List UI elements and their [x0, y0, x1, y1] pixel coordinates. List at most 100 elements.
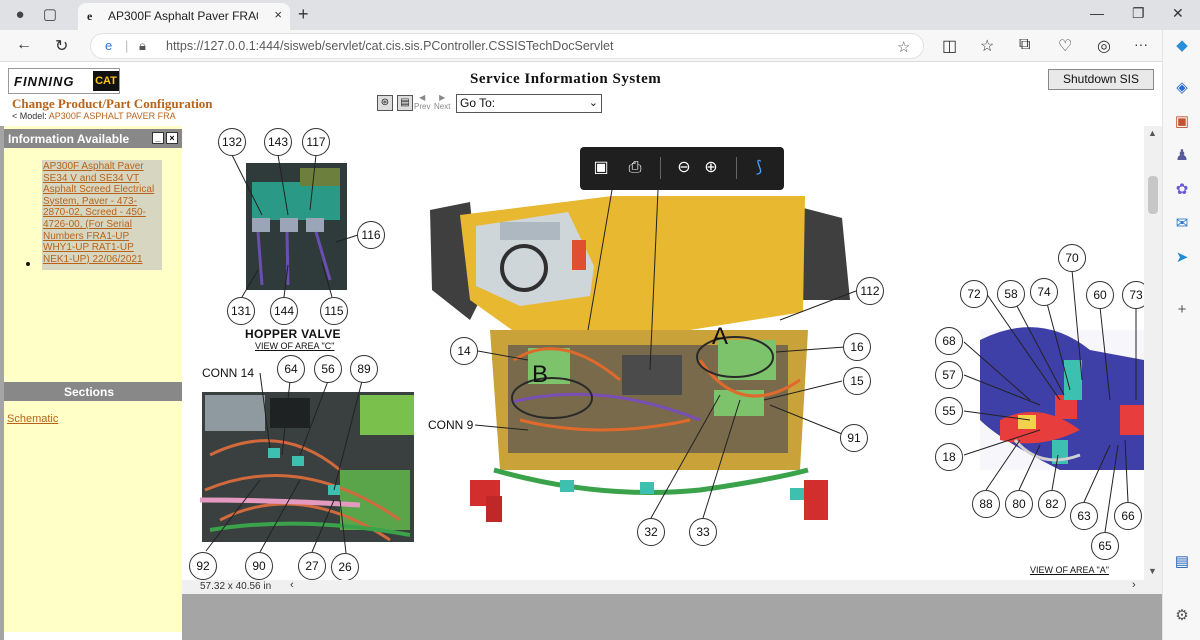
callout: 72: [960, 280, 988, 308]
callout: 143: [264, 128, 292, 156]
list-bullet: [26, 262, 30, 266]
outlook-icon[interactable]: ✉: [1172, 214, 1192, 234]
sections-header: Sections: [4, 382, 182, 401]
prev-label: Prev: [414, 102, 431, 111]
print-icon[interactable]: ⎙: [624, 157, 646, 179]
callout: 92: [189, 552, 217, 580]
more-menu-icon[interactable]: ···: [1134, 36, 1148, 52]
model-value[interactable]: AP300F ASPHALT PAVER FRA: [49, 111, 176, 121]
acrobat-icon[interactable]: ⟆: [748, 157, 770, 179]
lock-icon[interactable]: 🔒︎: [139, 38, 146, 54]
callout: 131: [227, 297, 255, 325]
scroll-thumb[interactable]: [1148, 176, 1158, 214]
restore-button[interactable]: ❐: [1132, 5, 1145, 22]
tab-close-icon[interactable]: ×: [274, 7, 282, 22]
tab-actions-icon[interactable]: ▢: [40, 5, 60, 25]
shutdown-sis-button[interactable]: Shutdown SIS: [1048, 69, 1154, 90]
vertical-scrollbar[interactable]: ▲ ▼: [1144, 126, 1162, 580]
address-bar[interactable]: e | 🔒︎ https://127.0.0.1:444/sisweb/serv…: [90, 33, 924, 59]
callout: 115: [320, 297, 348, 325]
sis-header: FINNING CAT Change Product/Part Configur…: [0, 62, 1162, 126]
callout: 65: [1091, 532, 1119, 560]
window-close-button[interactable]: ✕: [1172, 5, 1184, 22]
callout: 56: [314, 355, 342, 383]
chevron-down-icon: ⌄: [588, 97, 598, 109]
favorite-star-icon[interactable]: ☆: [897, 38, 910, 56]
microsoft-365-icon[interactable]: ✿: [1172, 180, 1192, 200]
scroll-down-icon[interactable]: ▼: [1148, 566, 1157, 576]
goto-select[interactable]: Go To: ⌄: [456, 94, 602, 113]
callout: 55: [935, 397, 963, 425]
pdf-toolbar: ▣ ⎙ ⊖ ⊕ ⟆: [580, 147, 784, 190]
info-available-title: Information Available: [8, 132, 130, 146]
new-tab-button[interactable]: +: [298, 4, 309, 25]
hopper-valve-title: HOPPER VALVE: [245, 327, 341, 341]
callout: 89: [350, 355, 378, 383]
callout: 74: [1030, 278, 1058, 306]
profile-icon[interactable]: ●: [10, 5, 30, 25]
minimize-button[interactable]: —: [1090, 5, 1104, 21]
sidebar-settings-icon[interactable]: ⚙: [1172, 606, 1192, 626]
browser-nav-bar: ← ↻ e | 🔒︎ https://127.0.0.1:444/sisweb/…: [0, 30, 1200, 62]
callout: 112: [856, 277, 884, 305]
cat-badge: CAT: [93, 71, 119, 91]
document-print-icon[interactable]: ▤: [397, 95, 413, 111]
goto-value: Go To:: [460, 96, 496, 110]
callout: 80: [1005, 490, 1033, 518]
schematic-drawing: [199, 154, 1144, 554]
next-button[interactable]: ▶ Next: [434, 93, 450, 111]
browser-tab[interactable]: e AP300F Asphalt Paver FRA00001 ×: [78, 3, 290, 30]
extensions-icon[interactable]: ◎: [1097, 36, 1111, 56]
logo-text: FINNING: [14, 74, 75, 89]
games-icon[interactable]: ♟: [1172, 146, 1192, 166]
page-size-readout: 57.32 x 40.56 in: [200, 581, 272, 592]
refresh-icon[interactable]: ↻: [55, 36, 68, 56]
performance-icon[interactable]: ♡: [1058, 36, 1072, 56]
callout: 68: [935, 327, 963, 355]
horizontal-scrollbar[interactable]: 57.32 x 40.56 in ‹ ›: [182, 579, 1162, 594]
collections-icon[interactable]: ⧉: [1019, 36, 1030, 54]
sis-home-icon[interactable]: ⊛: [377, 95, 393, 111]
hopper-valve-subtitle: VIEW OF AREA "C": [255, 341, 335, 351]
model-label: < Model:: [12, 111, 47, 121]
zoom-out-icon[interactable]: ⊖: [673, 157, 695, 179]
document-link[interactable]: AP300F Asphalt Paver SE34 V and SE34 VT …: [43, 161, 161, 265]
minimize-panel-icon[interactable]: _: [152, 132, 164, 144]
split-screen-icon[interactable]: ◫: [942, 36, 957, 56]
document-viewer[interactable]: ▣ ⎙ ⊖ ⊕ ⟆: [182, 126, 1144, 580]
url-text[interactable]: https://127.0.0.1:444/sisweb/servlet/cat…: [166, 39, 613, 53]
shopping-tag-icon[interactable]: ◈: [1172, 78, 1192, 98]
area-a-letter: A: [712, 323, 729, 350]
bottom-frame: [182, 594, 1162, 640]
scroll-right-icon[interactable]: ›: [1132, 579, 1136, 591]
tools-briefcase-icon[interactable]: ▣: [1172, 112, 1192, 132]
toolbar-divider: [736, 157, 737, 179]
edge-page-icon: e: [105, 38, 113, 53]
edge-sidebar: ◆ ◈ ▣ ♟ ✿ ✉ ➤ + ▤ ⚙: [1162, 30, 1200, 640]
telegram-icon[interactable]: ➤: [1172, 248, 1192, 268]
view-area-a-label: VIEW OF AREA "A": [1030, 565, 1109, 575]
favorites-icon[interactable]: ☆: [980, 36, 994, 56]
callout: 70: [1058, 244, 1086, 272]
area-b-letter: B: [532, 361, 549, 388]
callout: 27: [298, 552, 326, 580]
zoom-in-icon[interactable]: ⊕: [700, 157, 722, 179]
callout: 32: [637, 518, 665, 546]
change-product-link[interactable]: Change Product/Part Configuration: [12, 96, 213, 112]
assistant-icon[interactable]: ▤: [1172, 552, 1192, 572]
prev-button[interactable]: ◀ Prev: [414, 93, 430, 111]
back-icon[interactable]: ←: [16, 36, 32, 54]
finning-cat-logo: FINNING CAT: [8, 68, 120, 94]
scroll-up-icon[interactable]: ▲: [1148, 128, 1157, 138]
add-sidebar-app-icon[interactable]: +: [1172, 300, 1192, 320]
copilot-icon[interactable]: ◆: [1172, 36, 1192, 56]
save-icon[interactable]: ▣: [590, 157, 612, 179]
conn9-label: CONN 9: [428, 418, 474, 432]
close-panel-icon[interactable]: ×: [166, 132, 178, 144]
next-label: Next: [434, 102, 451, 111]
callout: 116: [357, 221, 385, 249]
schematic-link[interactable]: Schematic: [7, 413, 58, 425]
toolbar-divider: [660, 157, 661, 179]
scroll-left-icon[interactable]: ‹: [290, 579, 294, 591]
callout: 14: [450, 337, 478, 365]
